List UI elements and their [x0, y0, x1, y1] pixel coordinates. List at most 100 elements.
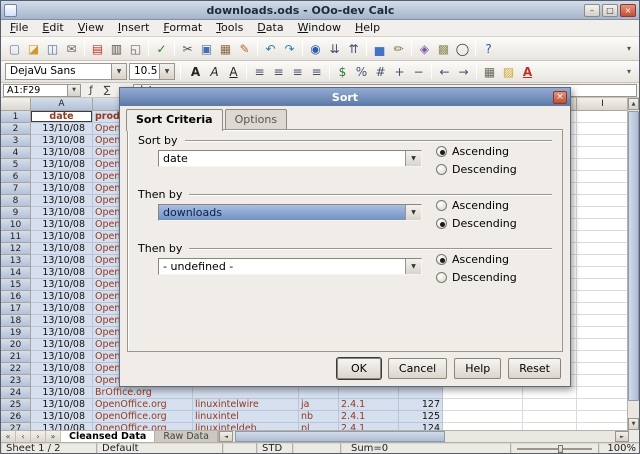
cell-A5[interactable]: 13/10/08 — [31, 159, 93, 171]
cell-A6[interactable]: 13/10/08 — [31, 171, 93, 183]
cell-H26[interactable] — [523, 411, 577, 423]
borders-icon[interactable]: ▦ — [480, 63, 499, 81]
row-header-13[interactable]: 13 — [1, 255, 31, 267]
menu-tools[interactable]: Tools — [209, 20, 250, 36]
row-header-6[interactable]: 6 — [1, 171, 31, 183]
copy-icon[interactable]: ▣ — [197, 40, 216, 58]
row-header-14[interactable]: 14 — [1, 267, 31, 279]
horizontal-scroll-track[interactable] — [233, 431, 615, 442]
row-header-2[interactable]: 2 — [1, 123, 31, 135]
first-sheet-icon[interactable]: « — [1, 431, 16, 442]
redo-icon[interactable]: ↷ — [280, 40, 299, 58]
cell-I26[interactable] — [577, 411, 629, 423]
radio-ascending-2[interactable]: Ascending — [436, 199, 509, 212]
row-header-21[interactable]: 21 — [1, 351, 31, 363]
reset-button[interactable]: Reset — [508, 358, 561, 379]
cell-I4[interactable] — [577, 147, 629, 159]
cell-B26[interactable]: OpenOffice.org — [93, 411, 193, 423]
row-header-1[interactable]: 1 — [1, 111, 31, 123]
cell-G25[interactable] — [443, 399, 523, 411]
tab-sort-criteria[interactable]: Sort Criteria — [126, 109, 223, 131]
row-header-27[interactable]: 27 — [1, 423, 31, 430]
cell-I27[interactable] — [577, 423, 629, 430]
cell-C26[interactable]: linuxintel — [193, 411, 299, 423]
cell-F25[interactable]: 127 — [399, 399, 443, 411]
align-right-icon[interactable]: ≡ — [288, 63, 307, 81]
combo-dropdown-icon[interactable]: ▼ — [405, 259, 421, 274]
cell-A2[interactable]: 13/10/08 — [31, 123, 93, 135]
tab-options[interactable]: Options — [225, 109, 287, 129]
cell-D24[interactable] — [299, 387, 339, 399]
cell-I17[interactable] — [577, 303, 629, 315]
cell-A13[interactable]: 13/10/08 — [31, 255, 93, 267]
dialog-close-icon[interactable]: × — [553, 91, 567, 104]
menu-insert[interactable]: Insert — [111, 20, 157, 36]
cell-I23[interactable] — [577, 375, 629, 387]
menu-file[interactable]: File — [3, 20, 35, 36]
gallery-icon[interactable]: ▩ — [434, 40, 453, 58]
row-header-26[interactable]: 26 — [1, 411, 31, 423]
cell-I20[interactable] — [577, 339, 629, 351]
cell-I3[interactable] — [577, 135, 629, 147]
format-percent-icon[interactable]: % — [352, 63, 371, 81]
cell-G27[interactable] — [443, 423, 523, 430]
row-header-4[interactable]: 4 — [1, 147, 31, 159]
row-header-8[interactable]: 8 — [1, 195, 31, 207]
cell-I22[interactable] — [577, 363, 629, 375]
cell-I16[interactable] — [577, 291, 629, 303]
radio-ascending-3[interactable]: Ascending — [436, 253, 509, 266]
cell-A4[interactable]: 13/10/08 — [31, 147, 93, 159]
format-paintbrush-icon[interactable]: ✎ — [235, 40, 254, 58]
combo-dropdown-icon[interactable]: ▼ — [405, 205, 421, 220]
format-currency-icon[interactable]: $ — [333, 63, 352, 81]
cell-A25[interactable]: 13/10/08 — [31, 399, 93, 411]
cell-A1[interactable]: date — [31, 111, 93, 123]
page-preview-icon[interactable]: ◱ — [126, 40, 145, 58]
cell-A23[interactable]: 13/10/08 — [31, 375, 93, 387]
background-color-icon[interactable]: ▨ — [499, 63, 518, 81]
cell-A10[interactable]: 13/10/08 — [31, 219, 93, 231]
decrease-indent-icon[interactable]: ← — [435, 63, 454, 81]
cell-I10[interactable] — [577, 219, 629, 231]
cell-A20[interactable]: 13/10/08 — [31, 339, 93, 351]
cell-A19[interactable]: 13/10/08 — [31, 327, 93, 339]
cell-A16[interactable]: 13/10/08 — [31, 291, 93, 303]
zoom-level[interactable]: 100% — [599, 443, 640, 454]
cell-A14[interactable]: 13/10/08 — [31, 267, 93, 279]
new-document-icon[interactable]: ▢ — [5, 40, 24, 58]
save-icon[interactable]: ◫ — [43, 40, 62, 58]
cell-I11[interactable] — [577, 231, 629, 243]
cell-C27[interactable]: linuxinteldeb — [193, 423, 299, 430]
function-wizard-icon[interactable]: ƒ — [83, 85, 99, 96]
row-header-24[interactable]: 24 — [1, 387, 31, 399]
title-bar[interactable]: downloads.ods - OOo-dev Calc –□× — [1, 1, 639, 20]
row-header-9[interactable]: 9 — [1, 207, 31, 219]
cell-I1[interactable] — [577, 111, 629, 123]
cell-I13[interactable] — [577, 255, 629, 267]
cell-A9[interactable]: 13/10/08 — [31, 207, 93, 219]
font-name-combo[interactable]: DejaVu Sans ▼ — [5, 63, 127, 80]
cell-D27[interactable]: pl — [299, 423, 339, 430]
cell-A15[interactable]: 13/10/08 — [31, 279, 93, 291]
cell-E25[interactable]: 2.4.1 — [339, 399, 399, 411]
cell-I14[interactable] — [577, 267, 629, 279]
cell-G24[interactable] — [443, 387, 523, 399]
menu-format[interactable]: Format — [156, 20, 209, 36]
paste-icon[interactable]: ▦ — [216, 40, 235, 58]
cell-I5[interactable] — [577, 159, 629, 171]
sum-icon[interactable]: ∑ — [99, 85, 115, 96]
cell-B27[interactable]: OpenOffice.org — [93, 423, 193, 430]
radio-descending-2[interactable]: Descending — [436, 217, 517, 230]
horizontal-scroll-thumb[interactable] — [235, 431, 445, 442]
row-header-15[interactable]: 15 — [1, 279, 31, 291]
help-icon[interactable]: ? — [479, 40, 498, 58]
row-header-17[interactable]: 17 — [1, 303, 31, 315]
cell-D26[interactable]: nb — [299, 411, 339, 423]
vertical-scrollbar[interactable]: ▲ ▼ — [627, 98, 639, 430]
cell-I12[interactable] — [577, 243, 629, 255]
row-header-10[interactable]: 10 — [1, 219, 31, 231]
cell-H24[interactable] — [523, 387, 577, 399]
print-icon[interactable]: ▥ — [107, 40, 126, 58]
cell-E26[interactable]: 2.4.1 — [339, 411, 399, 423]
italic-icon[interactable]: A — [205, 63, 224, 81]
